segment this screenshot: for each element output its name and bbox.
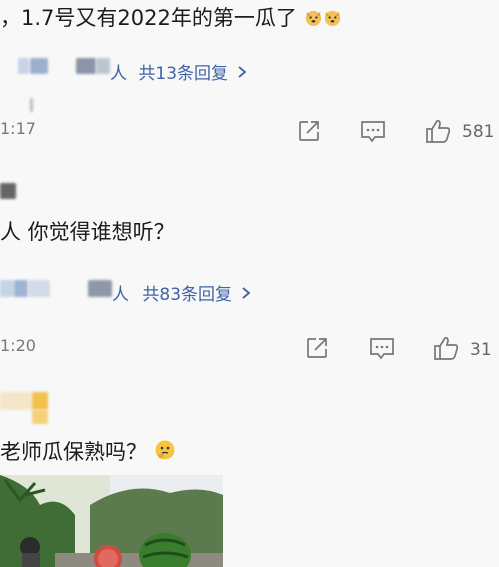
blurred-username: [96, 58, 110, 74]
reply-author-suffix: 人: [112, 285, 129, 305]
replies-count: 共83条回复: [142, 285, 233, 305]
like-count: 31: [470, 340, 492, 360]
comment-1-time: 1:17: [0, 119, 36, 138]
dog-emoji-icon: [304, 8, 323, 32]
blurred-avatar: [30, 58, 48, 74]
dog-emoji-icon: [323, 8, 342, 32]
chevron-right-icon: [241, 285, 251, 305]
blurred-username: [88, 280, 112, 297]
chevron-right-icon: [237, 64, 247, 84]
comment-1-text: ，1.7号又有2022年的第一瓜了: [0, 6, 297, 30]
comment-3-text-row: 老师瓜保熟吗？: [0, 436, 176, 466]
blurred-avatar: [32, 410, 48, 424]
blurred-avatar: [18, 58, 29, 74]
thumbs-up-icon[interactable]: [424, 117, 452, 149]
blurred-username: [76, 58, 96, 74]
replies-link[interactable]: 人 共13条回复: [110, 59, 247, 84]
comment-1-text-row: ，1.7号又有2022年的第一瓜了: [0, 2, 342, 32]
like-count: 581: [462, 122, 495, 142]
blurred-avatar: [28, 280, 50, 297]
share-icon[interactable]: [305, 336, 329, 364]
comment-icon[interactable]: [369, 337, 395, 364]
reply-author-suffix: 人: [110, 64, 127, 84]
blurred-avatar: [0, 280, 14, 297]
divider-mark: [30, 98, 33, 112]
comment-3-text: 老师瓜保熟吗？: [0, 440, 147, 464]
replies-count: 共13条回复: [138, 64, 229, 84]
comment-2-time: 1:20: [0, 336, 36, 355]
blurred-avatar: [0, 392, 32, 410]
blurred-avatar: [32, 392, 48, 410]
attached-photo[interactable]: [0, 475, 223, 567]
thinking-face-icon: [154, 439, 176, 466]
comment-2-text: 人 你觉得谁想听？: [0, 220, 175, 244]
replies-link[interactable]: 人 共83条回复: [112, 280, 251, 305]
thumbs-up-icon[interactable]: [432, 334, 460, 366]
comment-icon[interactable]: [360, 120, 386, 147]
share-icon[interactable]: [297, 119, 321, 147]
blurred-avatar: [14, 280, 28, 297]
blurred-avatar: [0, 183, 16, 199]
